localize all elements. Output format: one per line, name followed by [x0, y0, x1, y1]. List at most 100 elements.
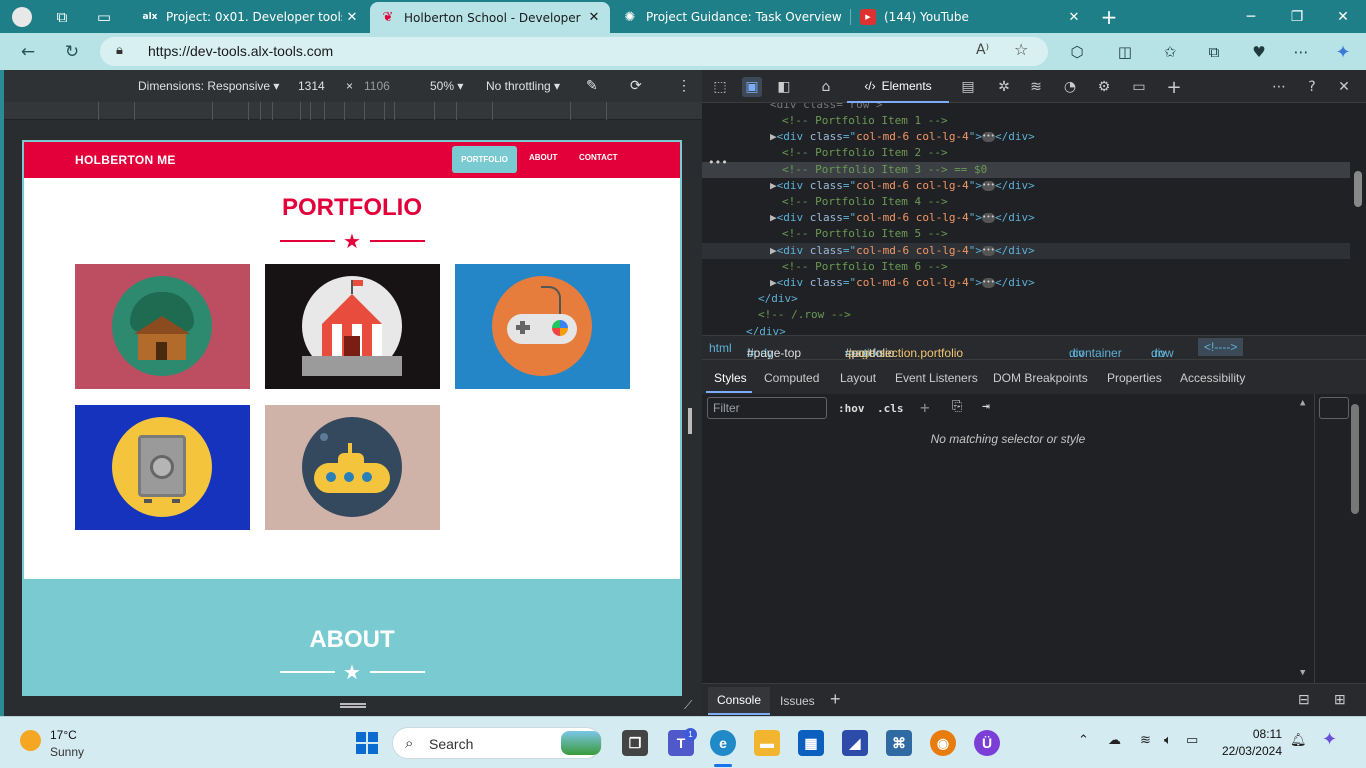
performance-icon[interactable]: ◔: [1060, 77, 1080, 97]
dom-element-node[interactable]: </div>: [702, 291, 1350, 307]
tray-chevron-up-icon[interactable]: ⌃: [1078, 733, 1089, 748]
volume-icon[interactable]: 🔈︎: [1164, 733, 1172, 748]
proton-vpn-icon[interactable]: Ü: [974, 730, 1000, 756]
nav-contact[interactable]: CONTACT: [579, 153, 618, 162]
tab-project-dev-tools[interactable]: alx Project: 0x01. Developer tools | N ✕: [132, 3, 368, 31]
application-icon[interactable]: ▭: [1129, 77, 1149, 97]
workspaces-icon[interactable]: ⧉: [50, 5, 74, 29]
tab-youtube[interactable]: ▶ (144) YouTube ✕: [850, 3, 1090, 31]
drawer-tab-console[interactable]: Console: [708, 687, 770, 715]
resize-corner-icon[interactable]: ⟋: [684, 698, 692, 713]
width-input[interactable]: 1314: [298, 79, 325, 93]
scroll-down-icon[interactable]: ▼: [1300, 668, 1305, 678]
copilot-icon[interactable]: ✦: [1332, 41, 1354, 63]
console-icon[interactable]: ▤: [958, 77, 978, 97]
health-icon[interactable]: ♥: [1248, 41, 1270, 63]
drawer-settings-icon[interactable]: ⊞: [1334, 691, 1346, 708]
more-tools-plus-icon[interactable]: +: [1164, 77, 1184, 98]
favorite-star-icon[interactable]: ☆: [1014, 40, 1028, 59]
crumb-comment[interactable]: <!---->: [1198, 338, 1244, 356]
new-style-rule-icon[interactable]: +: [920, 398, 930, 417]
start-windows-icon[interactable]: [354, 730, 380, 756]
onedrive-cloud-icon[interactable]: ☁: [1108, 733, 1121, 748]
lock-icon[interactable]: 🔒︎: [116, 43, 123, 58]
zoom-select[interactable]: 50% ▾: [430, 79, 463, 93]
dimensions-select[interactable]: Dimensions: Responsive ▾: [138, 79, 279, 93]
side-filter-input[interactable]: [1319, 397, 1349, 419]
split-screen-icon[interactable]: ◫: [1114, 41, 1136, 63]
tab-event-listeners[interactable]: Event Listeners: [895, 371, 978, 385]
edge-icon[interactable]: e: [710, 730, 736, 756]
debugger-bug-icon[interactable]: ✲: [994, 77, 1014, 97]
tab-properties[interactable]: Properties: [1107, 371, 1162, 385]
python-icon[interactable]: ⌘: [886, 730, 912, 756]
settings-gear-icon[interactable]: ⚙: [1094, 77, 1114, 97]
drawer-add-icon[interactable]: +: [830, 689, 841, 710]
inspect-element-icon[interactable]: ⬚: [710, 77, 730, 97]
notification-bell-icon[interactable]: 🔔︎: [1290, 733, 1307, 748]
devtools-more-icon[interactable]: ⋯: [1269, 77, 1289, 97]
restore-icon[interactable]: ❐: [1274, 0, 1320, 33]
url-bar[interactable]: 🔒︎ https://dev-tools.alx-tools.com A⁾ ☆: [100, 37, 1048, 66]
close-icon[interactable]: ✕: [342, 10, 362, 25]
tab-elements[interactable]: ‹/› Elements: [847, 70, 949, 103]
device-more-icon[interactable]: ⋮: [677, 77, 691, 94]
dom-element-node[interactable]: ▶<div class="col-md-6 col-lg-4">•••</div…: [702, 275, 1350, 291]
side-scrollbar[interactable]: [1351, 404, 1359, 514]
battery-icon[interactable]: ▭: [1186, 733, 1198, 748]
nav-about[interactable]: ABOUT: [529, 153, 557, 162]
tab-accessibility[interactable]: Accessibility: [1180, 371, 1245, 385]
network-wifi-icon[interactable]: ≋: [1026, 77, 1046, 97]
dom-element-node[interactable]: </div>: [702, 324, 1350, 335]
taskbar-search[interactable]: ⌕ Search: [392, 727, 602, 759]
dom-element-node[interactable]: ▶<div class="col-md-6 col-lg-4">•••</div…: [702, 210, 1350, 226]
dom-scrollbar[interactable]: [1350, 103, 1366, 335]
favorites-icon[interactable]: ✩: [1159, 41, 1181, 63]
tab-styles[interactable]: Styles: [714, 371, 747, 385]
tab-actions-icon[interactable]: ▭: [92, 5, 116, 29]
tab-layout[interactable]: Layout: [840, 371, 876, 385]
eyedropper-icon[interactable]: ✎: [586, 77, 598, 94]
portfolio-item-4[interactable]: [75, 405, 250, 530]
computed-sidebar-icon[interactable]: ⇥: [982, 399, 990, 414]
portfolio-item-3[interactable]: [455, 264, 630, 389]
refresh-icon[interactable]: ↻: [60, 40, 84, 64]
close-window-icon[interactable]: ✕: [1320, 0, 1366, 33]
close-icon[interactable]: ✕: [584, 10, 604, 25]
tab-project-guidance[interactable]: ✺ Project Guidance: Task Overview: [612, 3, 848, 31]
url-text[interactable]: https://dev-tools.alx-tools.com: [148, 43, 333, 59]
dock-icon[interactable]: ◧: [774, 77, 794, 97]
read-aloud-icon[interactable]: A⁾: [976, 42, 989, 58]
wifi-icon[interactable]: ≋: [1140, 733, 1151, 748]
dom-comment-node[interactable]: <!-- Portfolio Item 3 --> == $0: [702, 161, 1350, 178]
portfolio-item-2[interactable]: [265, 264, 440, 389]
throttling-select[interactable]: No throttling ▾: [486, 79, 560, 93]
portfolio-item-1[interactable]: [75, 264, 250, 389]
dom-comment-node[interactable]: <!-- Portfolio Item 5 -->: [702, 226, 1350, 242]
tab-holberton-dev-tools[interactable]: ❦ Holberton School - Developer to ✕: [370, 2, 610, 33]
nav-portfolio[interactable]: PORTFOLIO: [452, 146, 517, 173]
dom-comment-node[interactable]: <!-- Portfolio Item 2 -->: [702, 145, 1350, 161]
dom-comment-node[interactable]: <!-- Portfolio Item 1 -->: [702, 113, 1350, 129]
resize-handle-bottom[interactable]: [340, 703, 366, 708]
extensions-icon[interactable]: ⬡: [1066, 41, 1088, 63]
collections-icon[interactable]: ⧉: [1203, 41, 1225, 63]
file-explorer-icon[interactable]: ▬: [754, 730, 780, 756]
back-icon[interactable]: ←: [16, 40, 40, 64]
drawer-tab-issues[interactable]: Issues: [780, 694, 815, 708]
more-options-icon[interactable]: ⋯: [1290, 41, 1312, 63]
dom-comment-node[interactable]: <!-- Portfolio Item 6 -->: [702, 259, 1350, 275]
store-icon[interactable]: ▦: [798, 730, 824, 756]
crumb-html[interactable]: html: [709, 341, 732, 355]
resize-handle-right[interactable]: [688, 408, 692, 434]
profile-icon[interactable]: [10, 5, 34, 29]
new-tab-icon[interactable]: +: [1097, 5, 1121, 29]
tab-dom-breakpoints[interactable]: DOM Breakpoints: [993, 371, 1088, 385]
dom-comment-node[interactable]: <!-- Portfolio Item 4 -->: [702, 194, 1350, 210]
close-devtools-icon[interactable]: ✕: [1334, 77, 1354, 97]
vs-app-icon[interactable]: ◢: [842, 730, 868, 756]
dom-comment-node[interactable]: <!-- /.row -->: [702, 307, 1350, 323]
copilot-pre-icon[interactable]: ✦: [1322, 729, 1337, 750]
dom-element-node[interactable]: ▶<div class="col-md-6 col-lg-4">•••</div…: [702, 129, 1350, 145]
styles-filter-input[interactable]: Filter: [707, 397, 827, 419]
